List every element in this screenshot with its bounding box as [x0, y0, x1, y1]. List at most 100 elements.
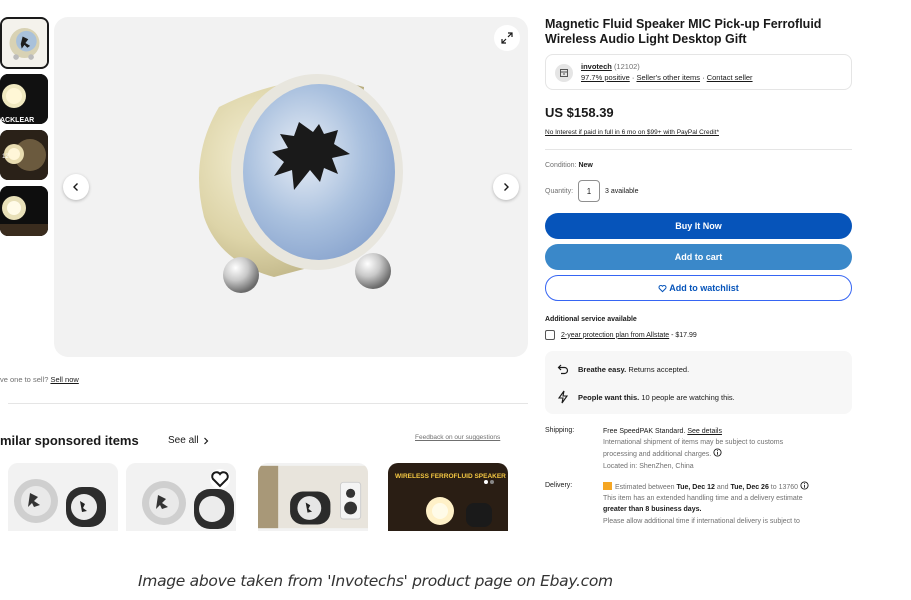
info-box: Breathe easy. Returns accepted. People w… — [545, 351, 852, 414]
info-icon[interactable] — [800, 481, 809, 490]
image-caption: Image above taken from 'Invotechs' produ… — [138, 572, 613, 590]
see-all-link[interactable]: See all — [168, 435, 210, 446]
chevron-right-icon — [504, 183, 509, 191]
returns-bold: Breathe easy. — [578, 364, 627, 374]
watchlist-label: Add to watchlist — [669, 283, 739, 293]
shipping-method: Free SpeedPAK Standard. — [603, 428, 686, 435]
expand-icon — [501, 32, 513, 44]
separator-dot: · — [702, 73, 705, 82]
thumbnail-4[interactable] — [0, 186, 48, 236]
sponsored-item-image — [258, 465, 368, 529]
thumbnail-3[interactable]: 12 — [0, 130, 48, 180]
store-icon-glyph — [560, 69, 568, 77]
additional-service-heading: Additional service available — [545, 316, 637, 323]
shipping-customs-line: International shipment of items may be s… — [603, 439, 784, 446]
protection-plan-checkbox[interactable] — [545, 330, 555, 340]
shipping-location: Located in: ShenZhen, China — [603, 463, 694, 470]
delivery-label: Delivery: — [545, 482, 573, 489]
product-details-panel: Magnetic Fluid Speaker MIC Pick-up Ferro… — [545, 17, 853, 525]
protection-plan-price: - $17.99 — [669, 331, 697, 339]
return-arrow-icon — [557, 364, 569, 375]
product-price: US $158.39 — [545, 105, 614, 120]
delivery-estimate-a: Estimated between — [615, 484, 677, 491]
returns-text: Returns accepted. — [626, 364, 690, 374]
seller-links: 97.7% positive · Seller's other items · … — [581, 73, 753, 82]
add-to-cart-button[interactable]: Add to cart — [545, 244, 852, 270]
sell-text: ve one to sell? — [0, 375, 51, 384]
speaker-thumbnail-image — [0, 186, 48, 236]
seller-positive-link[interactable]: 97.7% positive — [581, 73, 630, 82]
main-product-image[interactable] — [54, 17, 528, 357]
contact-seller-link[interactable]: Contact seller — [707, 73, 753, 82]
quantity-available: 3 available — [605, 187, 639, 195]
sell-one-line: ve one to sell? Sell now — [0, 375, 79, 384]
speaker-thumbnail-image — [2, 19, 47, 67]
heart-icon — [658, 284, 667, 292]
sponsored-card-text: WIRELESS FERROFLUID SPEAKER — [395, 473, 506, 480]
condition-label: Condition: — [545, 162, 577, 169]
condition-value: New — [578, 162, 593, 169]
thumbnail-overlay-text: ACKLEAR — [0, 117, 34, 124]
lightning-icon — [557, 390, 569, 404]
heart-icon — [211, 471, 229, 488]
store-icon[interactable] — [555, 64, 573, 82]
shipping-details: Free SpeedPAK Standard. See details Inte… — [603, 426, 853, 472]
thumbnail-1[interactable] — [0, 17, 49, 69]
sponsored-items-heading: milar sponsored items — [0, 433, 139, 448]
delivery-date-start: Tue, Dec 12 — [676, 484, 715, 491]
delivery-business-days: greater than 8 business days. — [603, 506, 702, 513]
quantity-row: Quantity: 1 3 available — [545, 180, 638, 202]
see-all-label: See all — [168, 435, 199, 446]
ferrofluid-speaker-image — [199, 74, 403, 293]
chevron-left-icon — [73, 183, 78, 191]
condition-row: Condition: New — [545, 162, 593, 169]
seller-info-box: invotech (12102) 97.7% positive · Seller… — [545, 54, 852, 90]
shipping-label: Shipping: — [545, 427, 575, 434]
watchers-bold: People want this. — [578, 392, 640, 402]
sponsored-item-image: WIRELESS FERROFLUID SPEAKER — [388, 463, 508, 531]
quantity-input[interactable]: 1 — [578, 180, 601, 202]
returns-info: Breathe easy. Returns accepted. — [557, 363, 689, 375]
seller-name-link[interactable]: invotech — [581, 62, 612, 71]
protection-plan-link[interactable]: 2-year protection plan from Allstate — [561, 332, 669, 339]
expand-image-button[interactable] — [494, 25, 520, 51]
sponsored-item-card[interactable] — [258, 463, 368, 531]
seller-feedback-count: (12102) — [613, 62, 640, 71]
seller-name-line: invotech (12102) — [581, 62, 640, 71]
shipping-charges-line: processing and additional charges. — [603, 451, 712, 458]
speaker-thumbnail-image: 12 — [0, 130, 48, 180]
sponsored-item-card[interactable] — [126, 463, 236, 531]
delivery-flag-icon — [603, 482, 612, 490]
chevron-right-icon — [203, 437, 208, 444]
shipping-see-details-link[interactable]: See details — [687, 428, 722, 435]
sell-now-link[interactable]: Sell now — [50, 375, 78, 384]
delivery-zip: to 13760 — [768, 484, 799, 491]
previous-image-button[interactable] — [63, 174, 89, 200]
next-image-button[interactable] — [493, 174, 519, 200]
quantity-label: Quantity: — [545, 187, 574, 195]
thumbnail-overlay-text-2: 12 — [2, 154, 9, 160]
delivery-estimate-and: and — [714, 484, 731, 491]
paypal-credit-link[interactable]: No Interest if paid in full in 6 mo on $… — [545, 129, 719, 136]
sponsored-item-image — [8, 463, 118, 531]
sponsored-item-card[interactable] — [8, 463, 118, 531]
sponsored-item-card[interactable]: WIRELESS FERROFLUID SPEAKER — [388, 463, 508, 531]
buy-it-now-button[interactable]: Buy It Now — [545, 213, 852, 239]
watchers-text: 10 people are watching this. — [639, 392, 735, 402]
watchers-info: People want this. 10 people are watching… — [557, 390, 735, 404]
divider — [545, 149, 852, 150]
delivery-date-end: Tue, Dec 26 — [730, 484, 769, 491]
separator-dot: · — [631, 73, 635, 82]
watch-heart-button[interactable] — [210, 469, 230, 489]
info-icon[interactable] — [713, 448, 722, 457]
delivery-handling-line: This item has an extended handling time … — [603, 495, 803, 502]
thumbnail-2[interactable]: ACKLEAR — [0, 74, 48, 124]
speaker-thumbnail-image: ACKLEAR — [0, 74, 48, 124]
delivery-details: Estimated between Tue, Dec 12 and Tue, D… — [603, 481, 853, 527]
product-title: Magnetic Fluid Speaker MIC Pick-up Ferro… — [545, 17, 822, 46]
delivery-international-line: Please allow additional time if internat… — [603, 518, 800, 525]
feedback-suggestions-link[interactable]: Feedback on our suggestions — [415, 434, 500, 441]
seller-other-items-link[interactable]: Seller's other items — [636, 73, 700, 82]
divider — [8, 403, 528, 404]
add-to-watchlist-button[interactable]: Add to watchlist — [545, 275, 852, 301]
